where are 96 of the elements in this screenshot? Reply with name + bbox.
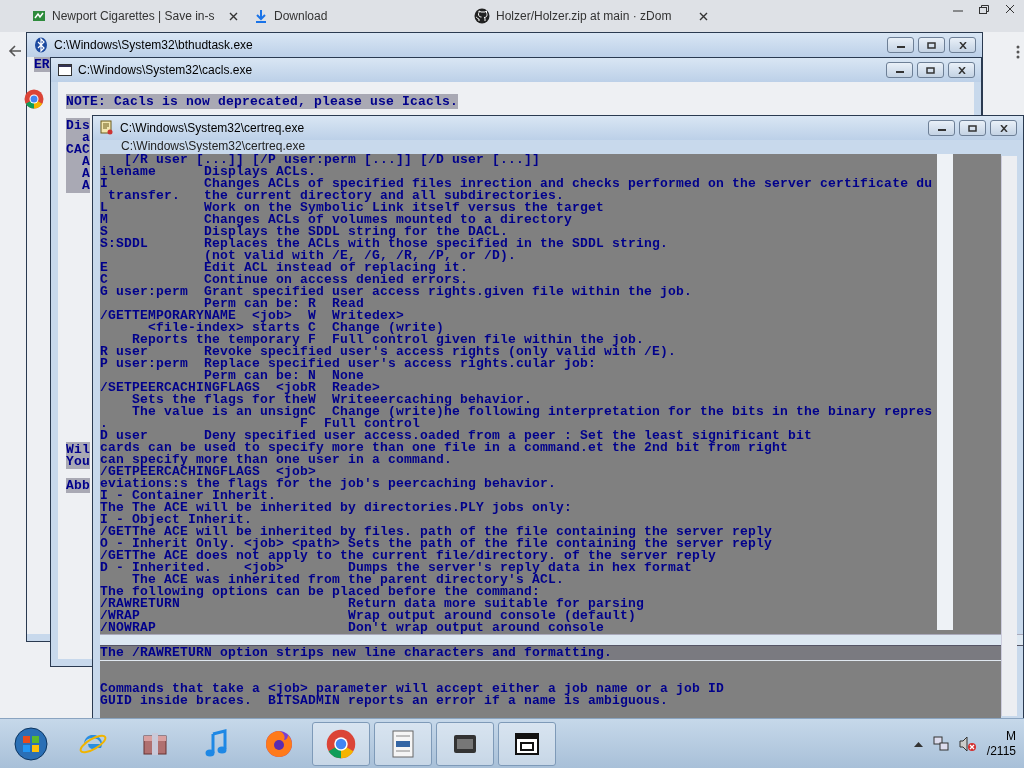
caret-up-icon[interactable]	[913, 740, 923, 747]
back-arrow-icon[interactable]	[8, 44, 22, 58]
bluetooth-icon	[34, 37, 48, 53]
console-line: Commands that take a <job> parameter will accept either a job name or a job ID	[100, 683, 726, 695]
music-note-icon	[205, 728, 229, 759]
browser-tab[interactable]: Newport Cigarettes | Save in-s	[24, 1, 246, 31]
console-line: S Displays the SDDL string for the DACL.	[100, 226, 509, 238]
maximize-button[interactable]	[959, 120, 986, 136]
console-line: L Work on the Symbolic Link itself versus the target	[100, 202, 606, 214]
browser-tab[interactable]: Holzer/Holzer.zip at main · zDom	[466, 1, 716, 31]
minimize-button[interactable]	[886, 62, 913, 78]
console-line: Perm can be: N None	[204, 370, 365, 382]
close-button[interactable]	[948, 62, 975, 78]
console-text: A	[66, 178, 90, 193]
console-text: NOTE: Cacls is now deprecated, please use Icacls.	[66, 94, 459, 109]
download-icon	[254, 9, 268, 23]
console-line: [/R user [...]] [/P user:perm [...]] [/D user [...]]	[124, 154, 542, 166]
clock-text: /2115	[986, 743, 1016, 759]
console-line: ilename Displays ACLs.	[100, 166, 317, 178]
start-orb-icon[interactable]	[14, 726, 48, 761]
console-line: I - Object Inherit.	[100, 514, 254, 526]
maximize-icon	[968, 124, 977, 132]
console-line: /GETPEERCACHINGFLAGS <job>	[100, 466, 317, 478]
network-icon[interactable]	[932, 735, 949, 752]
tab-title: Holzer/Holzer.zip at main · zDom	[496, 9, 672, 23]
clock-text: M	[1006, 728, 1016, 744]
console-line: M Changes ACLs of volumes mounted to a directory	[100, 214, 573, 226]
tab-title: Newport Cigarettes | Save in-s	[52, 9, 215, 23]
cat-logo-icon	[474, 8, 490, 24]
console-line: can specify more than one user in a command.	[100, 454, 454, 466]
close-icon[interactable]	[1004, 4, 1016, 14]
console-line: P user:perm Replace specified user's access rights.cular job:	[100, 358, 598, 370]
console-text: You	[66, 454, 90, 469]
muted-speaker-icon[interactable]	[958, 735, 977, 752]
console-line: GUID inside braces. BITSADMIN reports an error if a name is ambiguous.	[100, 695, 670, 707]
maximize-button[interactable]	[917, 62, 944, 78]
console-line: /WRAP Wrap output around console (default)	[100, 610, 637, 622]
console-line: <file-index> starts C Change (write)	[148, 322, 445, 334]
console-line: The ACE was inherited from the parent directory's ACL.	[131, 574, 566, 586]
close-button[interactable]	[990, 120, 1017, 136]
console-line: /SETPEERCACHINGFLAGS <jobR Reade>	[100, 382, 381, 394]
console-line: I - Container Inherit.	[100, 490, 277, 502]
maximize-icon	[926, 66, 935, 74]
console-line: The following options can be placed before the command:	[100, 586, 541, 598]
scrollbar[interactable]	[1001, 156, 1017, 716]
console-line: /GETTEMPORARYNAME <job> W Writedex>	[100, 310, 405, 322]
browser-tab[interactable]: Download	[246, 1, 466, 31]
console-text: ER	[34, 57, 50, 72]
console-line: /RAWRETURN Return data more suitable for parsing	[100, 598, 646, 610]
document-icon	[390, 728, 416, 759]
console-line: /GETThe ACE will be inherited by files. path of the file containing the server reply	[100, 526, 774, 538]
console-line: The The ACE will be inherited by directories.PLY jobs only:	[100, 502, 574, 514]
circle-logo-icon	[24, 89, 44, 109]
console-line: E Edit ACL instead of replacing it.	[100, 262, 470, 274]
console-line: D user Deny specified user access.oaded from a peer : Set the least significant bit	[100, 430, 814, 442]
console-line: Sets the flags for theW Writeeercaching behavior.	[131, 394, 533, 406]
close-icon	[999, 124, 1008, 132]
close-icon[interactable]	[229, 11, 238, 21]
console-line: D - Inherited. <job> Dumps the server's reply data in hex format	[100, 562, 693, 574]
console-line: . F Full control	[100, 418, 421, 430]
console-line: /NOWRAP Don't wrap output around console	[100, 622, 605, 634]
console-line: C Continue on access denied errors.	[100, 274, 469, 286]
window-title: C:\Windows\System32\cacls.exe	[78, 63, 253, 77]
console-line: eviations:s the flags for the job's peercaching behavior.	[100, 478, 558, 490]
minimize-button[interactable]	[928, 120, 955, 136]
taskbar-button[interactable]	[436, 721, 494, 766]
circle-logo-icon	[326, 728, 356, 759]
console-text: Abb	[66, 478, 90, 493]
window-title: C:\Windows\System32\bthudtask.exe	[54, 38, 253, 52]
maximize-icon	[927, 41, 936, 49]
restore-icon[interactable]	[978, 4, 990, 14]
close-button[interactable]	[949, 37, 976, 53]
close-icon	[957, 66, 966, 74]
console-line: transfer. the current directory and all subdirectories.	[107, 190, 565, 202]
tab-title: Download	[274, 9, 328, 23]
console-line: cards can be used to specify more than one file in a command.et the 2nd bit from right	[100, 442, 790, 454]
maximize-button[interactable]	[918, 37, 945, 53]
scrollbar[interactable]	[937, 154, 953, 630]
close-icon	[958, 41, 967, 49]
console-line: S:SDDL Replaces the ACLs with those specified in the SDDL string.	[100, 238, 670, 250]
console-line: /GETThe ACE does not apply to the current file/directory. of the server reply	[100, 550, 718, 562]
console-line: The value is an unsignC Change (write)he following interpretation for the bits in the binary repres	[131, 406, 934, 418]
console-line: I Changes ACLs of specified files inrection and checks performed on the server certificate du	[100, 178, 934, 190]
console-icon	[58, 64, 72, 76]
console-line: R user Revoke specified user's access rights (only valid with /E).	[100, 346, 678, 358]
console-line: Perm can be: R Read	[204, 298, 365, 310]
console-line: Reports the temporary F Full control given file within the job.	[131, 334, 645, 346]
minimize-button[interactable]	[887, 37, 914, 53]
console-line: G user:perm Grant specified user access rights.given file within the job.	[100, 286, 694, 298]
close-icon[interactable]	[699, 11, 708, 21]
taskbar-button[interactable]	[498, 721, 556, 766]
menu-icon[interactable]	[1016, 45, 1020, 59]
console-line: (not valid with /E, /G, /R, /P, or /D).	[203, 250, 518, 262]
window-title: C:\Windows\System32\certreq.exe	[120, 121, 305, 135]
certificate-icon	[100, 120, 114, 136]
console-line: O - Inherit Only. <job> <path> Sets the path of the file containing the server reply	[100, 538, 774, 550]
